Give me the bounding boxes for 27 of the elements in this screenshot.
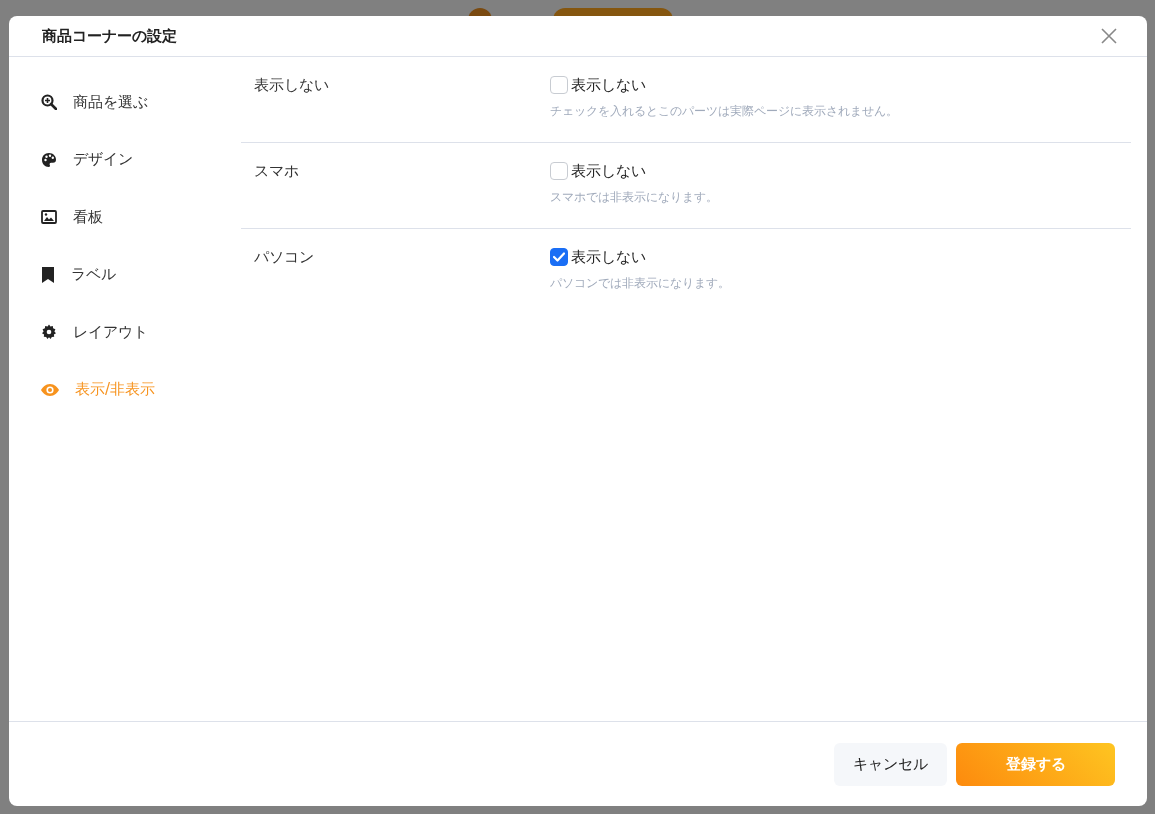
checkbox-icon[interactable] — [550, 162, 568, 180]
close-icon — [1101, 28, 1117, 44]
image-icon — [41, 209, 57, 225]
sidebar-item[interactable]: 看板 — [41, 206, 103, 228]
dialog-title: 商品コーナーの設定 — [42, 26, 177, 46]
close-button[interactable] — [1101, 28, 1117, 44]
checkbox-icon[interactable] — [550, 248, 568, 266]
palette-icon — [41, 151, 57, 168]
bookmark-icon — [42, 266, 54, 283]
help-text: チェックを入れるとこのパーツは実際ページに表示されません。 — [550, 103, 898, 120]
setting-label: スマホ — [254, 161, 299, 181]
hide-checkbox[interactable]: 表示しない — [550, 75, 646, 95]
setting-label: 表示しない — [254, 75, 329, 95]
hide-checkbox[interactable]: 表示しない — [550, 247, 646, 267]
hide-checkbox[interactable]: 表示しない — [550, 161, 646, 181]
eye-icon — [41, 383, 59, 396]
help-text: パソコンでは非表示になります。 — [550, 275, 730, 292]
sidebar-item[interactable]: ラベル — [41, 263, 116, 286]
sidebar-item[interactable]: 商品を選ぶ — [41, 91, 148, 113]
cancel-button[interactable]: キャンセル — [834, 742, 947, 786]
zoom-in-icon — [41, 94, 57, 110]
checkbox-icon[interactable] — [550, 76, 568, 94]
help-text: スマホでは非表示になります。 — [550, 189, 718, 206]
sidebar-item[interactable]: レイアウト — [41, 321, 148, 343]
setting-label: パソコン — [254, 247, 314, 267]
gear-icon — [41, 324, 57, 340]
sidebar-item[interactable]: デザイン — [41, 148, 133, 171]
